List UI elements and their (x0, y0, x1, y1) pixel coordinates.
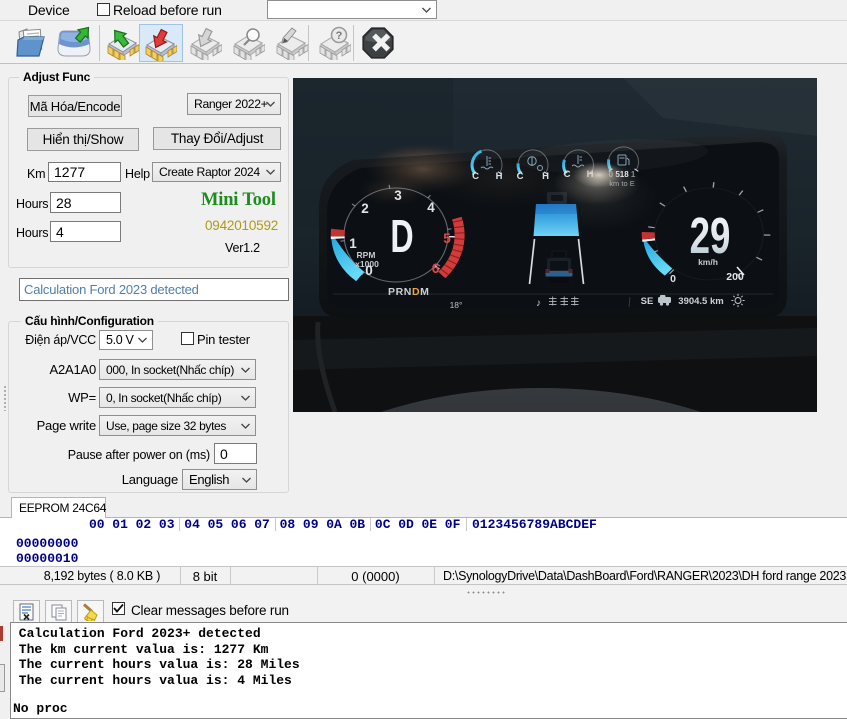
svg-text:3: 3 (394, 188, 402, 203)
svg-text:km/h: km/h (698, 257, 718, 267)
svg-text:5: 5 (443, 231, 451, 246)
svg-text:C: C (517, 171, 524, 182)
svg-text:C: C (472, 171, 479, 182)
svg-text:200: 200 (726, 271, 744, 283)
svg-text:?: ? (336, 30, 343, 42)
svg-text:18°: 18° (450, 300, 463, 310)
svg-text:D: D (390, 211, 413, 262)
svg-text:x1000: x1000 (355, 259, 379, 269)
svg-text:6: 6 (432, 261, 440, 276)
svg-text:H: H (496, 171, 503, 182)
svg-text:0: 0 (670, 273, 676, 285)
svg-text:1: 1 (349, 236, 357, 251)
svg-text:♪: ♪ (536, 298, 541, 309)
svg-text:4: 4 (427, 200, 435, 215)
svg-text:3904.5 km: 3904.5 km (678, 296, 723, 307)
svg-text:2: 2 (361, 201, 369, 216)
svg-text:SE: SE (641, 296, 654, 307)
svg-text:PRNDM: PRNDM (388, 286, 430, 298)
